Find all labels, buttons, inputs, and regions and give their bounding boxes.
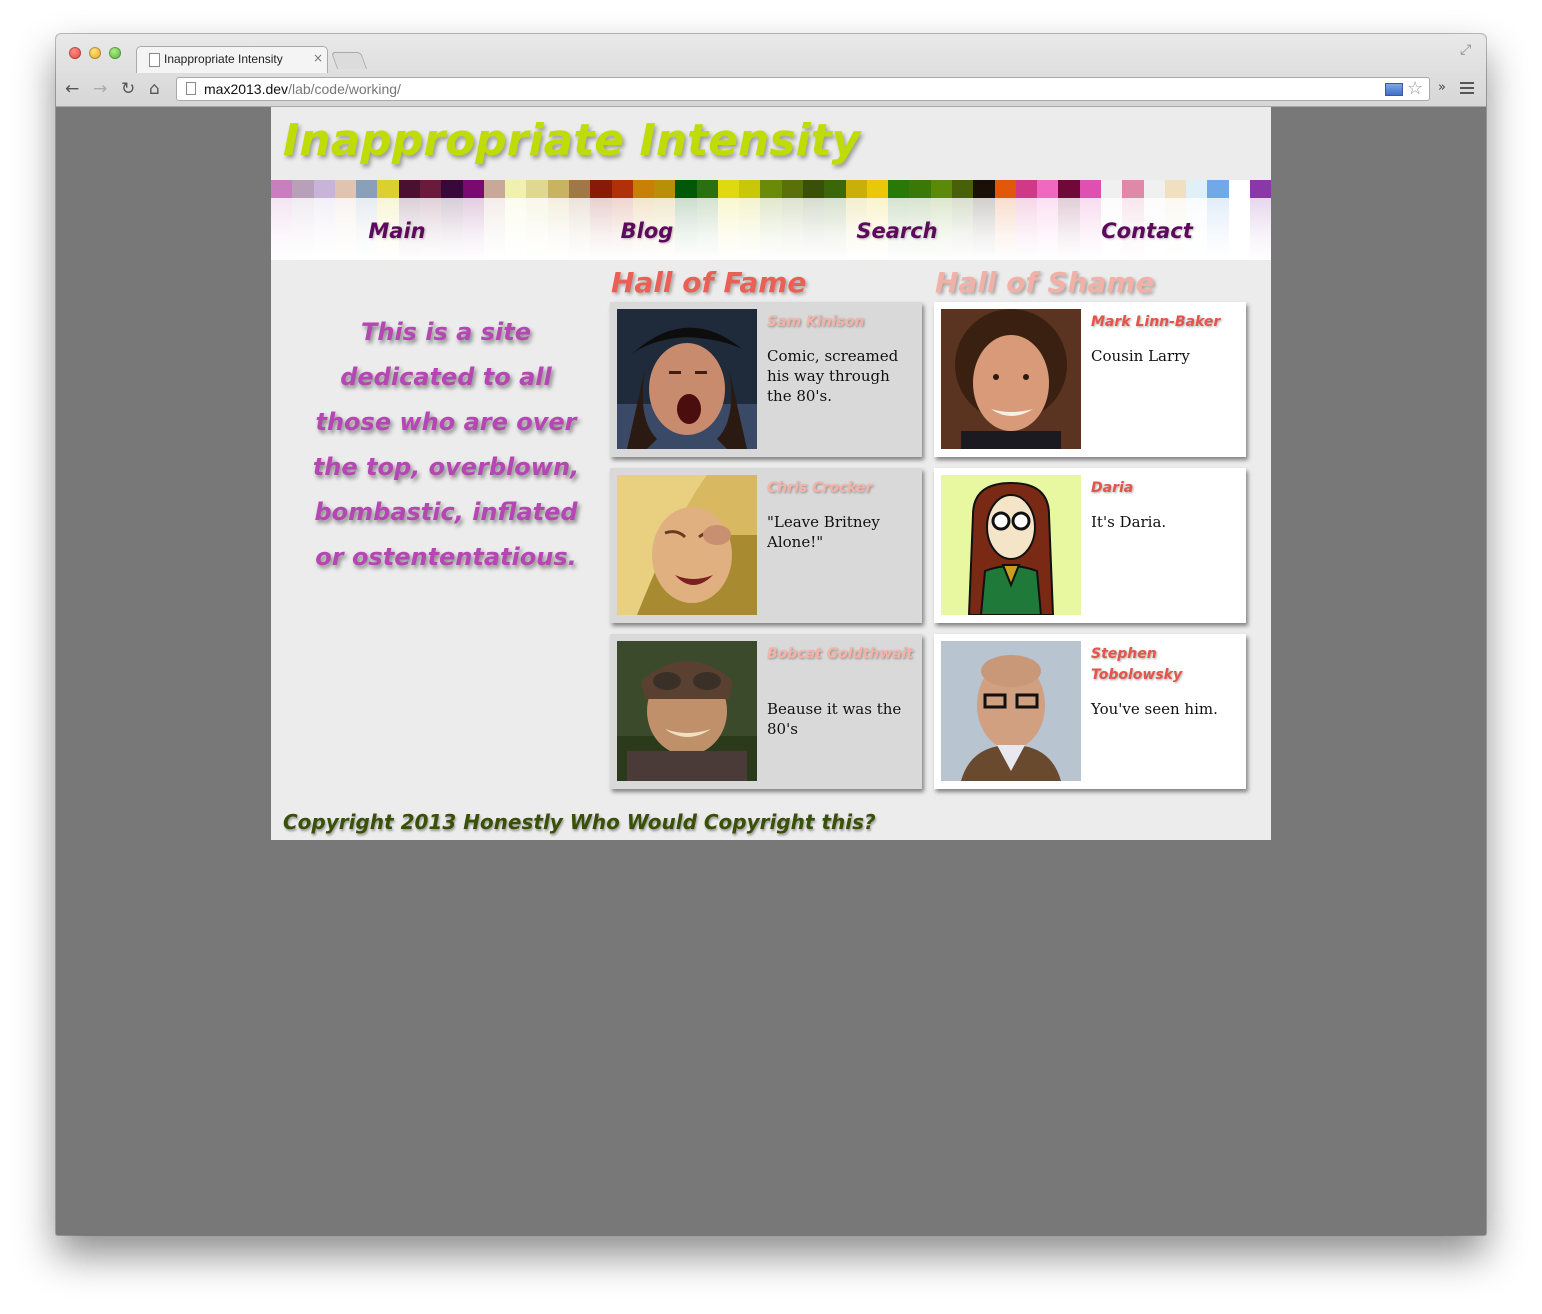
hall-of-shame-heading: Hall of Shame	[935, 266, 1155, 299]
back-arrow-icon[interactable]: ←	[65, 78, 79, 100]
person-description: Cousin Larry	[1091, 347, 1190, 365]
html5-icon[interactable]	[1385, 83, 1403, 96]
fame-card: Bobcat Goldthwait Beause it was the 80's	[610, 634, 922, 789]
site-title: Inappropriate Intensity	[283, 115, 861, 166]
site-tagline: This is a site dedicated to all those wh…	[312, 318, 580, 571]
hall-of-fame-heading: Hall of Fame	[611, 266, 807, 299]
shame-card: Mark Linn-Baker Cousin Larry	[934, 302, 1246, 457]
home-icon[interactable]: ⌂	[149, 78, 160, 100]
person-description: "Leave Britney Alone!"	[767, 513, 880, 551]
fame-card: Sam Kinison Comic, screamed his way thro…	[610, 302, 922, 457]
page-icon	[149, 53, 160, 67]
nav-search-link[interactable]: Search	[772, 219, 1022, 243]
person-description: Comic, screamed his way through the 80's…	[767, 347, 899, 405]
tab-close-icon[interactable]: ×	[313, 51, 323, 65]
url-host: max2013.dev	[204, 81, 289, 97]
portrait-photo	[941, 641, 1081, 781]
close-window-button[interactable]	[69, 47, 81, 59]
shame-card: Daria It's Daria.	[934, 468, 1246, 623]
nav-blog-link[interactable]: Blog	[522, 219, 772, 243]
person-description: You've seen him.	[1091, 700, 1218, 718]
fame-card: Chris Crocker "Leave Britney Alone!"	[610, 468, 922, 623]
nav-main-link[interactable]: Main	[272, 219, 522, 243]
minimize-window-button[interactable]	[89, 47, 101, 59]
person-name: Chris Crocker	[767, 480, 873, 496]
address-bar[interactable]: max2013.dev/lab/code/working/ ☆	[176, 77, 1430, 101]
new-tab-button[interactable]	[330, 52, 368, 69]
portrait-photo	[941, 309, 1081, 449]
person-name: Sam Kinison	[767, 314, 865, 330]
webpage: Inappropriate Intensity Main Blog Search…	[271, 107, 1271, 840]
person-description: Beause it was the 80's	[767, 700, 902, 738]
nav-contact-link[interactable]: Contact	[1022, 219, 1271, 243]
menu-icon[interactable]	[1460, 82, 1474, 97]
url-path: /lab/code/working/	[288, 81, 401, 97]
portrait-photo	[617, 475, 757, 615]
portrait-photo	[617, 641, 757, 781]
page-icon	[186, 82, 196, 95]
footer-copyright: Copyright 2013 Honestly Who Would Copyri…	[283, 810, 876, 834]
forward-arrow-icon[interactable]: →	[93, 78, 107, 100]
reload-icon[interactable]: ↻	[121, 78, 135, 100]
star-icon[interactable]: ☆	[1407, 78, 1423, 99]
overflow-chevron-icon[interactable]: »	[1438, 80, 1446, 95]
url-text[interactable]: max2013.dev/lab/code/working/	[204, 81, 401, 97]
person-name: Bobcat Goldthwait	[767, 646, 914, 662]
person-description: It's Daria.	[1091, 513, 1167, 531]
person-name: Daria	[1091, 480, 1134, 496]
browser-toolbar: ← → ↻ ⌂ max2013.dev/lab/code/working/ ☆ …	[56, 74, 1486, 106]
browser-window: Inappropriate Intensity × ⤢ ← → ↻ ⌂ max2…	[56, 34, 1486, 1235]
tab-title: Inappropriate Intensity	[164, 52, 283, 66]
person-name: Stephen Tobolowsky	[1091, 646, 1183, 683]
browser-chrome: Inappropriate Intensity × ⤢ ← → ↻ ⌂ max2…	[56, 34, 1486, 107]
fullscreen-icon[interactable]: ⤢	[1460, 42, 1471, 58]
shame-card: Stephen Tobolowsky You've seen him.	[934, 634, 1246, 789]
zoom-window-button[interactable]	[109, 47, 121, 59]
portrait-photo	[941, 475, 1081, 615]
main-nav: Main Blog Search Contact	[271, 211, 1271, 260]
portrait-photo	[617, 309, 757, 449]
person-name: Mark Linn-Baker	[1091, 314, 1221, 330]
browser-tab[interactable]: Inappropriate Intensity ×	[136, 46, 328, 73]
